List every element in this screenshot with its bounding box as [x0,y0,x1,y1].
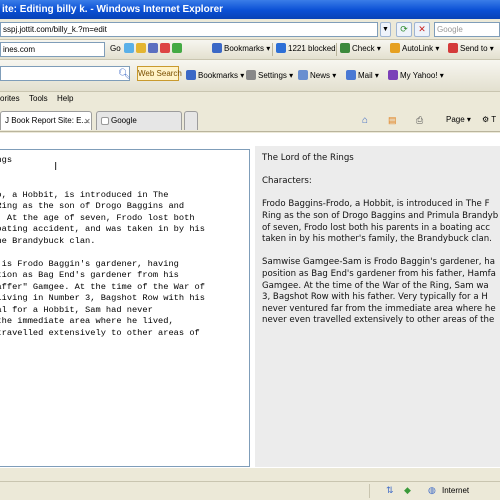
stop-icon[interactable]: ✕ [414,22,430,37]
check-button[interactable]: Check ▾ [340,43,381,55]
star-icon [186,70,196,80]
mail-icon [346,70,356,80]
window-titlebar: ite: Editing billy k. - Windows Internet… [0,0,500,19]
search-toolbar: 🔍︎ Web Search Bookmarks ▾ Settings ▾ New… [0,60,500,92]
toolbar-search-input[interactable] [0,66,130,81]
window-title: ite: Editing billy k. - Windows Internet… [2,4,224,15]
address-url: sspj.jottit.com/billy_k.?m=edit [3,25,107,34]
preview-text: The Lord of the Rings Characters: Frodo … [262,153,499,326]
shield-icon: ◆ [404,485,411,495]
autolink-icon [390,43,400,53]
page-content: Rings odo, a Hobbit, is introduced in Th… [0,133,500,468]
tab-google[interactable]: Google [96,111,182,130]
search-input[interactable]: Google [434,22,500,37]
spellcheck-icon [340,43,350,53]
page-menu-label: Page [446,115,465,124]
blocker-icon [276,43,286,53]
menu-favorites[interactable]: orites [0,94,20,103]
home-icon[interactable]: ⌂ [362,115,368,126]
settings-button[interactable]: Settings ▾ [246,70,293,82]
bookmarks-button[interactable]: Bookmarks ▾ [212,43,270,55]
network-icon: ⇅ [386,485,394,495]
page-bottom-strip [0,468,500,481]
tools-menu-button[interactable]: ⚙ T [482,115,496,124]
google-icon [172,43,182,53]
status-text-area [0,484,370,498]
zone-label: Internet [442,486,470,495]
links-domain-text: ines.com [3,45,36,54]
text-cursor-icon: I [54,160,58,173]
news-button[interactable]: News ▾ [298,70,336,82]
address-row: sspj.jottit.com/billy_k.?m=edit ▼ ⟳ ✕ Go… [0,19,500,40]
news-icon [298,70,308,80]
editor-text: Rings odo, a Hobbit, is introduced in Th… [0,155,205,338]
print-icon[interactable]: ⎙ [416,115,423,126]
go-button[interactable]: Go [110,43,121,55]
myyahoo-button[interactable]: My Yahoo! ▾ [388,70,444,82]
check-label: Check [352,44,375,53]
mail-button[interactable]: Mail ▾ [346,70,379,82]
links-toolbar: ines.com Go Bookmarks ▾ 1221 blocked Che… [0,40,500,60]
globe-icon [124,43,134,53]
menu-tools[interactable]: Tools [29,94,48,103]
search-bookmarks-label: Bookmarks [198,71,239,80]
tab-row: J Book Report Site: E... ✕ Google ⌂ ▤ ⎙ … [0,107,500,132]
new-tab-button[interactable] [184,111,198,130]
magnifier-icon[interactable]: 🔍︎ [118,69,131,81]
refresh-icon[interactable]: ⟳ [396,22,412,37]
web-search-button[interactable]: Web Search [137,66,182,81]
search-placeholder: Google [437,25,463,34]
autolink-button[interactable]: AutoLink ▾ [390,43,439,55]
feeds-icon[interactable]: ▤ [388,115,397,126]
editor-textarea[interactable]: Rings odo, a Hobbit, is introduced in Th… [0,149,250,467]
go-label: Go [110,44,121,53]
web-search-label: Web Search [138,69,182,78]
sendto-icon [448,43,458,53]
tab-book-report[interactable]: J Book Report Site: E... [0,111,92,130]
page-menu-button[interactable]: Page ▾ [446,115,471,124]
news-label: News [310,71,331,80]
grad-cap-icon [148,43,158,53]
autolink-label: AutoLink [402,44,434,53]
popup-blocker-button[interactable]: 1221 blocked [276,43,336,55]
address-dropdown-icon[interactable]: ▼ [380,22,391,37]
star-icon [212,43,222,53]
separator [336,43,337,56]
preview-panel: The Lord of the Rings Characters: Frodo … [255,146,500,467]
folder-icon [136,43,146,53]
menu-bar: orites Tools Help [0,92,500,107]
globe-icon: ◍ [428,485,436,495]
myyahoo-label: My Yahoo! [400,71,438,80]
sendto-button[interactable]: Send to ▾ [448,43,494,55]
blocked-label: 1221 blocked [288,44,336,53]
shopping-icon [160,43,170,53]
status-bar: ⇅ ◆ ◍ Internet [0,481,500,500]
tab-google-label: Google [111,116,137,125]
address-input[interactable]: sspj.jottit.com/billy_k.?m=edit [0,22,378,37]
yahoo-icon [388,70,398,80]
links-domain-field[interactable]: ines.com [0,42,105,57]
separator [272,43,273,56]
settings-icon [246,70,256,80]
sendto-label: Send to [460,44,488,53]
mail-label: Mail [358,71,373,80]
search-bookmarks-button[interactable]: Bookmarks ▾ [186,70,244,82]
menu-help[interactable]: Help [57,94,73,103]
bookmarks-label: Bookmarks [224,44,265,53]
tab-book-report-label: J Book Report Site: E... [5,116,89,125]
tab-close-icon[interactable]: ✕ [84,117,91,126]
toolbar-icons-group[interactable] [124,43,184,55]
google-favicon-icon [101,117,109,125]
settings-label: Settings [258,71,287,80]
